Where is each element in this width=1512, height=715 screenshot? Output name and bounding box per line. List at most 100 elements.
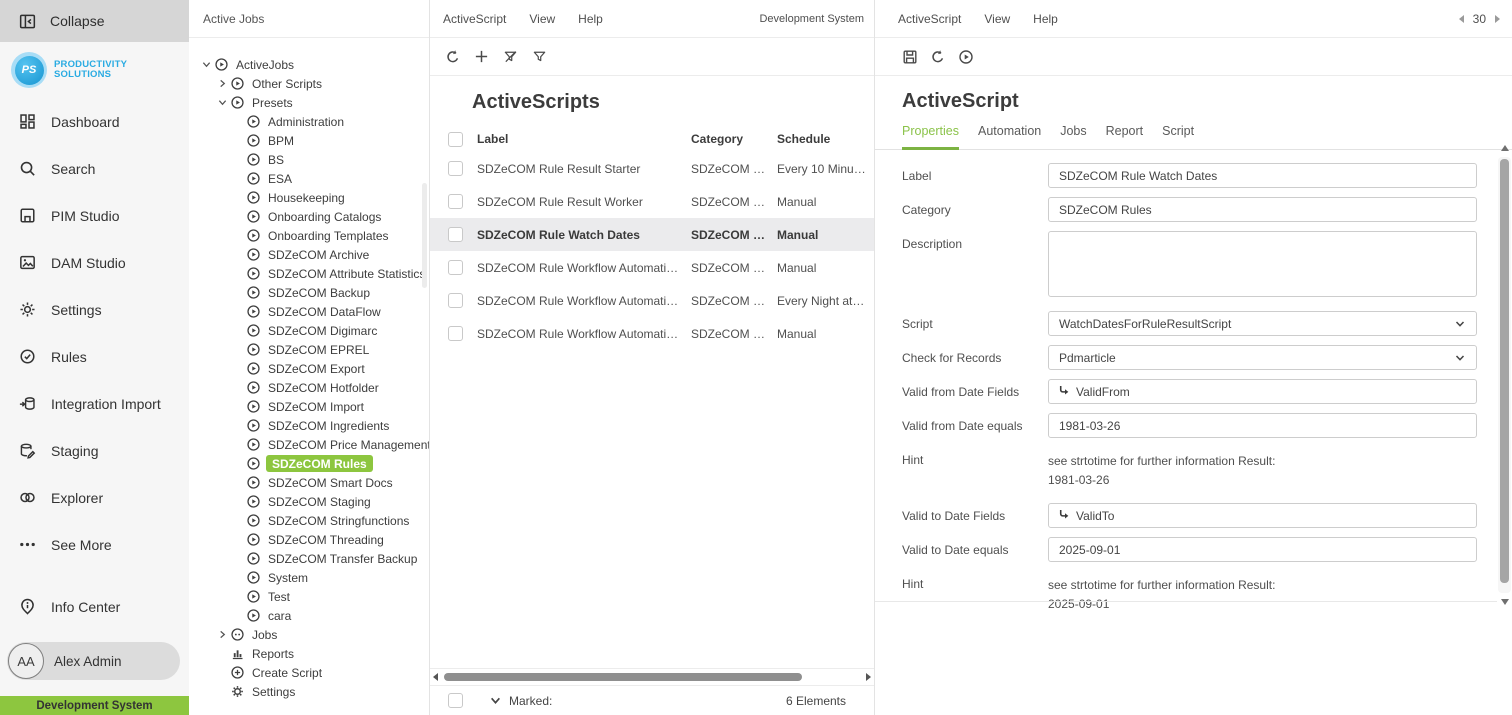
tree-node[interactable]: Settings xyxy=(189,682,429,701)
tree-scrollbar-thumb[interactable] xyxy=(422,183,427,288)
sidebar-item-info-center[interactable]: Info Center xyxy=(0,583,189,630)
description-textarea[interactable] xyxy=(1048,231,1477,297)
tree-node[interactable]: BS xyxy=(189,150,429,169)
tree-node[interactable]: SDZeCOM Transfer Backup xyxy=(189,549,429,568)
row-checkbox[interactable] xyxy=(448,293,463,308)
tree-node[interactable]: SDZeCOM Stringfunctions xyxy=(189,511,429,530)
refresh-icon[interactable] xyxy=(929,48,946,65)
scroll-down-icon[interactable] xyxy=(1500,599,1509,605)
tree-node[interactable]: Test xyxy=(189,587,429,606)
next-record-icon[interactable] xyxy=(1495,14,1500,23)
row-checkbox[interactable] xyxy=(448,260,463,275)
script-select[interactable]: WatchDatesForRuleResultScript xyxy=(1048,311,1477,336)
run-icon[interactable] xyxy=(957,48,974,65)
hscroll-track[interactable] xyxy=(442,673,862,681)
sidebar-item-search[interactable]: Search xyxy=(0,145,189,192)
tree-node[interactable]: Onboarding Templates xyxy=(189,226,429,245)
valid-from-equals-input[interactable] xyxy=(1048,413,1477,438)
sidebar-item-integration-import[interactable]: Integration Import xyxy=(0,380,189,427)
tree-node[interactable]: SDZeCOM Threading xyxy=(189,530,429,549)
table-row[interactable]: SDZeCOM Rule Workflow Automation Worker … xyxy=(430,317,874,350)
row-checkbox[interactable] xyxy=(448,161,463,176)
tree-node[interactable]: SDZeCOM Staging xyxy=(189,492,429,511)
tab-script[interactable]: Script xyxy=(1162,124,1194,150)
check-for-records-select[interactable]: Pdmarticle xyxy=(1048,345,1477,370)
tree-node[interactable]: Presets xyxy=(189,93,429,112)
menu-item-activescript[interactable]: ActiveScript xyxy=(898,12,961,26)
vscroll-track[interactable] xyxy=(1498,157,1511,593)
tree-node[interactable]: Housekeeping xyxy=(189,188,429,207)
tree-node[interactable]: SDZeCOM Hotfolder xyxy=(189,378,429,397)
sidebar-item-rules[interactable]: Rules xyxy=(0,333,189,380)
column-header-schedule[interactable]: Schedule xyxy=(777,132,874,146)
sidebar-item-explorer[interactable]: Explorer xyxy=(0,474,189,521)
add-icon[interactable] xyxy=(473,48,490,65)
filter-icon[interactable] xyxy=(531,48,548,65)
tree-node[interactable]: SDZeCOM DataFlow xyxy=(189,302,429,321)
scroll-left-icon[interactable] xyxy=(433,673,438,681)
table-row[interactable]: SDZeCOM Rule Workflow Automation Starter… xyxy=(430,284,874,317)
tree-node[interactable]: Jobs xyxy=(189,625,429,644)
tree-node[interactable]: SDZeCOM Export xyxy=(189,359,429,378)
table-row[interactable]: SDZeCOM Rule Result Starter SDZeCOM Rule… xyxy=(430,152,874,185)
scroll-up-icon[interactable] xyxy=(1500,145,1509,151)
row-checkbox[interactable] xyxy=(448,227,463,242)
tree-node[interactable]: SDZeCOM Import xyxy=(189,397,429,416)
tree-node[interactable]: SDZeCOM Rules xyxy=(189,454,429,473)
row-checkbox[interactable] xyxy=(448,326,463,341)
tab-jobs[interactable]: Jobs xyxy=(1060,124,1086,150)
tree-node[interactable]: SDZeCOM Archive xyxy=(189,245,429,264)
expand-chevron-icon[interactable] xyxy=(215,97,230,109)
tree-node[interactable]: Onboarding Catalogs xyxy=(189,207,429,226)
sidebar-item-dashboard[interactable]: Dashboard xyxy=(0,98,189,145)
marked-checkbox[interactable] xyxy=(448,693,463,708)
tree-node[interactable]: SDZeCOM Backup xyxy=(189,283,429,302)
tree-node[interactable]: SDZeCOM Price Management xyxy=(189,435,429,454)
column-header-label[interactable]: Label xyxy=(477,132,691,146)
tree-node[interactable]: ESA xyxy=(189,169,429,188)
prev-record-icon[interactable] xyxy=(1458,14,1464,23)
tab-automation[interactable]: Automation xyxy=(978,124,1041,150)
tab-report[interactable]: Report xyxy=(1106,124,1144,150)
filter-clear-icon[interactable] xyxy=(502,48,519,65)
tab-properties[interactable]: Properties xyxy=(902,124,959,150)
sidebar-item-see-more[interactable]: See More xyxy=(0,521,189,568)
menu-item-help[interactable]: Help xyxy=(1033,12,1058,26)
chevron-down-icon[interactable] xyxy=(490,695,501,706)
tree-node[interactable]: Create Script xyxy=(189,663,429,682)
user-menu[interactable]: AA Alex Admin xyxy=(7,642,180,680)
valid-from-fields-input[interactable]: ValidFrom xyxy=(1048,379,1477,404)
save-icon[interactable] xyxy=(901,48,918,65)
valid-to-fields-input[interactable]: ValidTo xyxy=(1048,503,1477,528)
tree-node[interactable]: Other Scripts xyxy=(189,74,429,93)
menu-item-help[interactable]: Help xyxy=(578,12,603,26)
expand-chevron-icon[interactable] xyxy=(215,78,230,90)
menu-item-view[interactable]: View xyxy=(984,12,1010,26)
tree-node[interactable]: SDZeCOM Ingredients xyxy=(189,416,429,435)
sidebar-item-dam-studio[interactable]: DAM Studio xyxy=(0,239,189,286)
tree-node[interactable]: Administration xyxy=(189,112,429,131)
tree-node[interactable]: SDZeCOM Digimarc xyxy=(189,321,429,340)
tree-node[interactable]: SDZeCOM Attribute Statistics xyxy=(189,264,429,283)
category-input[interactable] xyxy=(1048,197,1477,222)
expand-chevron-icon[interactable] xyxy=(215,629,230,641)
table-row[interactable]: SDZeCOM Rule Workflow Automation by d...… xyxy=(430,251,874,284)
column-header-category[interactable]: Category xyxy=(691,132,777,146)
valid-to-equals-input[interactable] xyxy=(1048,537,1477,562)
expand-chevron-icon[interactable] xyxy=(199,59,214,71)
table-row[interactable]: SDZeCOM Rule Result Worker SDZeCOM Rules… xyxy=(430,185,874,218)
tree-node[interactable]: cara xyxy=(189,606,429,625)
vscroll-thumb[interactable] xyxy=(1500,159,1509,583)
refresh-icon[interactable] xyxy=(444,48,461,65)
tree-node[interactable]: SDZeCOM Smart Docs xyxy=(189,473,429,492)
table-row[interactable]: SDZeCOM Rule Watch Dates SDZeCOM Rules M… xyxy=(430,218,874,251)
row-checkbox[interactable] xyxy=(448,194,463,209)
sidebar-item-staging[interactable]: Staging xyxy=(0,427,189,474)
menu-item-activescript[interactable]: ActiveScript xyxy=(443,12,506,26)
sidebar-item-pim-studio[interactable]: PIM Studio xyxy=(0,192,189,239)
tree-node[interactable]: System xyxy=(189,568,429,587)
tree-node[interactable]: Reports xyxy=(189,644,429,663)
label-input[interactable] xyxy=(1048,163,1477,188)
select-all-checkbox[interactable] xyxy=(448,131,463,147)
tree-node[interactable]: SDZeCOM EPREL xyxy=(189,340,429,359)
